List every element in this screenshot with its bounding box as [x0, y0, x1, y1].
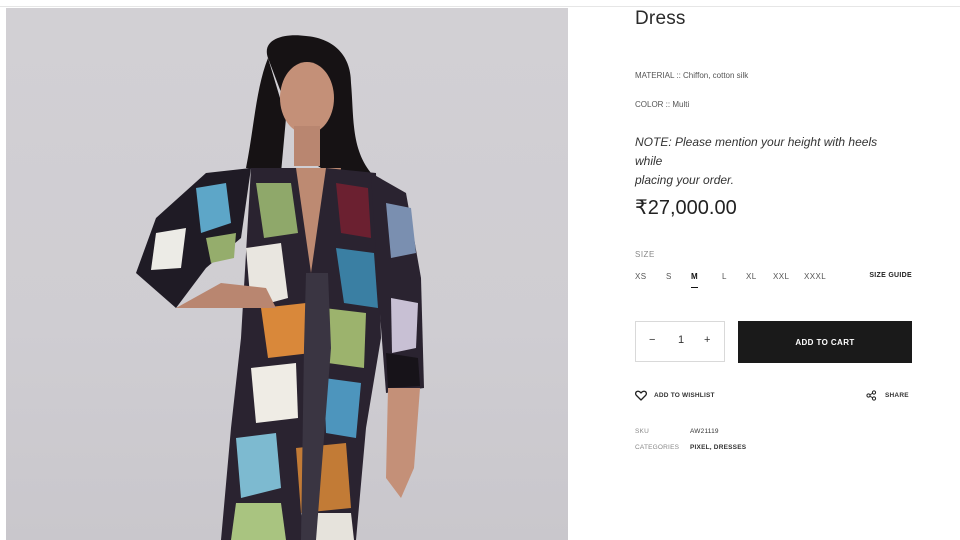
wishlist-label: ADD TO WISHLIST [654, 392, 715, 399]
sku-row: SKU AW21119 [635, 428, 719, 435]
product-price: ₹27,000.00 [635, 197, 737, 219]
order-note: NOTE: Please mention your height with he… [635, 133, 905, 190]
add-to-cart-button[interactable]: ADD TO CART [738, 321, 912, 363]
sku-label: SKU [635, 428, 649, 435]
share-link[interactable]: SHARE [866, 389, 912, 403]
size-option-l[interactable]: L [722, 272, 727, 287]
model-illustration [136, 35, 424, 540]
order-note-line1: NOTE: Please mention your height with he… [635, 135, 878, 168]
categories-row: CATEGORIES PIXEL, DRESSES [635, 444, 746, 451]
product-title: Dress [635, 8, 686, 29]
quantity-value[interactable]: 1 [678, 334, 684, 346]
sku-value: AW21119 [690, 428, 719, 435]
categories-value[interactable]: PIXEL, DRESSES [690, 444, 746, 451]
material-info: MATERIAL :: Chiffon, cotton silk [635, 71, 749, 80]
quantity-increase-button[interactable]: + [704, 334, 710, 346]
size-option-xxl[interactable]: XXL [773, 272, 789, 287]
product-image[interactable] [6, 8, 568, 540]
size-selector: XS S M L XL XXL XXXL SIZE GUIDE [635, 272, 912, 292]
add-to-wishlist-link[interactable]: ADD TO WISHLIST [635, 389, 755, 403]
color-info: COLOR :: Multi [635, 100, 690, 109]
size-label: SIZE [635, 250, 655, 259]
order-note-line2: placing your order. [635, 173, 734, 187]
share-label: SHARE [885, 392, 909, 399]
size-option-m[interactable]: M [691, 272, 699, 288]
quantity-decrease-button[interactable]: − [649, 334, 655, 346]
categories-label: CATEGORIES [635, 444, 680, 451]
size-option-s[interactable]: S [666, 272, 672, 287]
heart-icon [635, 390, 647, 401]
share-icon [866, 390, 877, 401]
size-guide-link[interactable]: SIZE GUIDE [869, 272, 912, 279]
size-option-xxxl[interactable]: XXXL [804, 272, 826, 287]
product-details: Dress MATERIAL :: Chiffon, cotton silk C… [635, 0, 912, 540]
size-option-xl[interactable]: XL [746, 272, 757, 287]
quantity-stepper: − 1 + [635, 321, 725, 362]
size-option-xs[interactable]: XS [635, 272, 646, 287]
